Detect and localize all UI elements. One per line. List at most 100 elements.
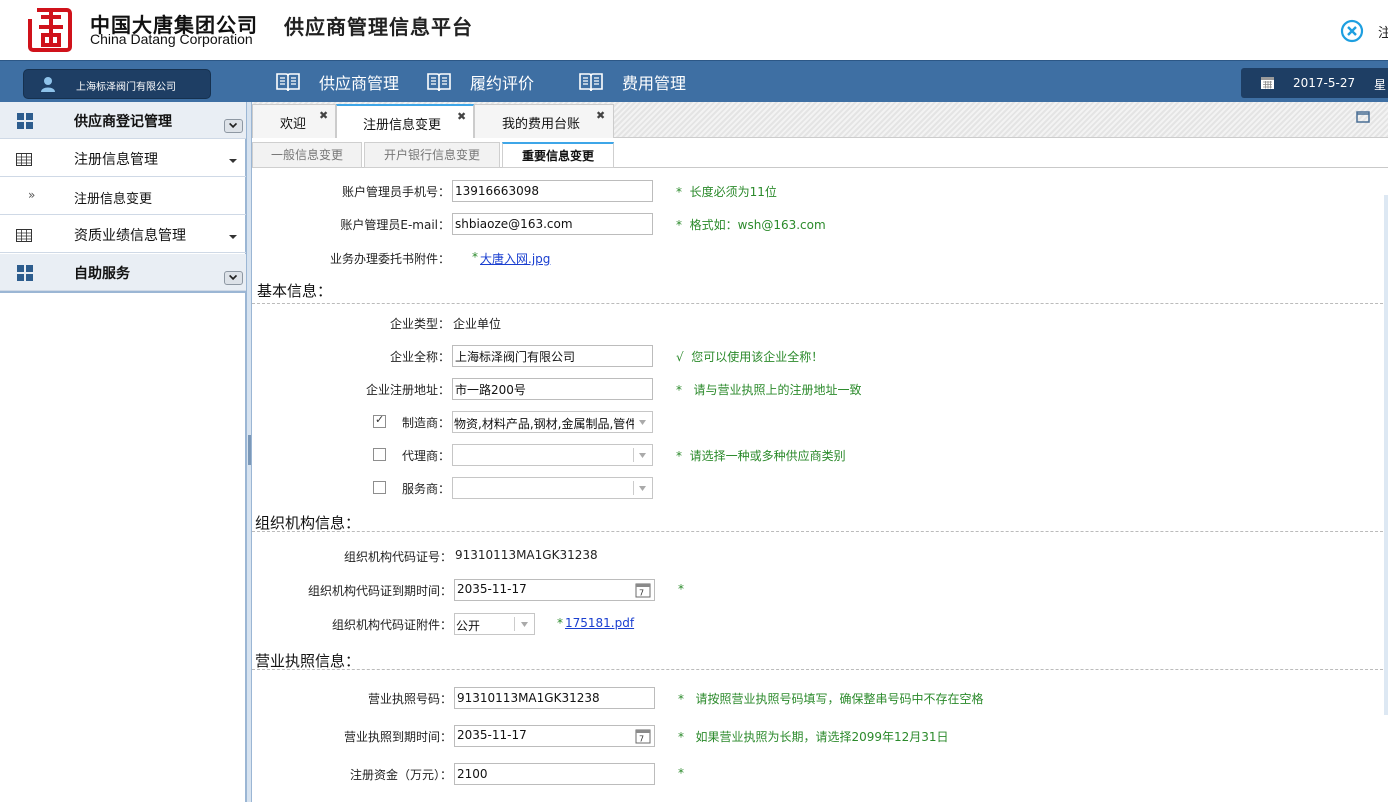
nav-supplier-management[interactable]: 供应商管理 bbox=[275, 68, 399, 96]
grid-icon bbox=[17, 113, 33, 129]
date-display: 2017-5-27 星 bbox=[1241, 68, 1388, 98]
table-icon bbox=[16, 229, 32, 242]
svg-text:7: 7 bbox=[639, 589, 644, 598]
nav-label: 费用管理 bbox=[622, 74, 687, 93]
current-date: 2017-5-27 bbox=[1293, 76, 1356, 90]
tab-strip: 欢迎 ✖ 注册信息变更 ✖ 我的费用台账 ✖ bbox=[252, 102, 1388, 139]
nav-fee-management[interactable]: 费用管理 bbox=[578, 68, 686, 96]
collapse-toggle[interactable] bbox=[224, 271, 243, 285]
required-mark: * bbox=[678, 582, 684, 596]
close-icon[interactable]: ✖ bbox=[457, 110, 466, 123]
maximize-icon[interactable] bbox=[1356, 110, 1370, 124]
chevron-down-icon bbox=[229, 274, 238, 281]
current-company-badge[interactable]: 上海标泽阀门有限公司 bbox=[23, 69, 211, 99]
nav-label: 供应商管理 bbox=[319, 74, 400, 93]
sub-tab-strip: 一般信息变更 开户银行信息变更 重要信息变更 bbox=[252, 138, 1388, 168]
collapse-toggle[interactable] bbox=[224, 119, 243, 133]
sidebar-group-label: 自助服务 bbox=[74, 266, 130, 282]
section-org-info: 组织机构信息： bbox=[255, 514, 361, 532]
calendar-icon[interactable]: 7 bbox=[635, 728, 651, 744]
manufacturer-label: 制造商： bbox=[401, 416, 450, 430]
splitter-grip[interactable] bbox=[248, 435, 251, 465]
visibility-select-value: 公开 bbox=[456, 619, 481, 633]
dropdown-arrow-icon bbox=[521, 622, 528, 627]
license-no-input[interactable] bbox=[454, 687, 655, 709]
subtab-general-info[interactable]: 一般信息变更 bbox=[252, 142, 362, 168]
admin-phone-input[interactable] bbox=[452, 180, 653, 202]
combo-separator bbox=[514, 617, 515, 631]
combo-separator bbox=[633, 481, 634, 495]
tab-registration-change[interactable]: 注册信息变更 ✖ bbox=[336, 104, 474, 139]
company-type-label: 企业类型： bbox=[389, 317, 450, 331]
sidebar-item-registration-change[interactable]: » 注册信息变更 bbox=[0, 178, 246, 215]
grid-icon bbox=[17, 265, 33, 281]
authorization-file-link[interactable]: 大唐入网.jpg bbox=[480, 250, 550, 267]
vertical-scrollbar[interactable] bbox=[1384, 195, 1388, 715]
sidebar-item-registration-info[interactable]: 注册信息管理 bbox=[0, 140, 246, 177]
service-label: 服务商： bbox=[401, 482, 450, 496]
svg-text:7: 7 bbox=[639, 735, 644, 744]
agent-label: 代理商： bbox=[401, 449, 450, 463]
admin-phone-label: 账户管理员手机号： bbox=[341, 185, 450, 199]
section-basic-info: 基本信息： bbox=[257, 282, 333, 300]
logout-button[interactable]: 注 bbox=[1340, 19, 1388, 43]
caret-down-icon bbox=[229, 159, 237, 163]
manufacturer-checkbox[interactable] bbox=[373, 413, 386, 428]
hint-text: 请按照营业执照号码填写，确保整串号码中不存在空格 bbox=[695, 692, 984, 706]
license-no-hint: * 请按照营业执照号码填写，确保整串号码中不存在空格 bbox=[678, 692, 984, 706]
company-name: 上海标泽阀门有限公司 bbox=[76, 82, 176, 93]
admin-email-label: 账户管理员E-mail： bbox=[340, 218, 450, 232]
datang-logo-icon bbox=[27, 7, 72, 52]
agent-select[interactable] bbox=[452, 444, 653, 466]
reg-address-input[interactable] bbox=[452, 378, 653, 400]
close-icon[interactable]: ✖ bbox=[319, 109, 328, 122]
company-name-label: 企业全称： bbox=[389, 350, 450, 364]
close-icon[interactable]: ✖ bbox=[596, 109, 605, 122]
caret-down-icon bbox=[229, 235, 237, 239]
service-select[interactable] bbox=[452, 477, 653, 499]
required-mark: * bbox=[557, 616, 563, 630]
combo-separator bbox=[633, 448, 634, 462]
dropdown-arrow-icon bbox=[639, 486, 646, 491]
license-expiry-date-input[interactable]: 2035-11-17 7 bbox=[454, 725, 655, 747]
hint-text: 请与营业执照上的注册地址一致 bbox=[693, 383, 862, 397]
reg-capital-label: 注册资金（万元）： bbox=[349, 768, 452, 782]
authorization-label: 业务办理委托书附件： bbox=[329, 252, 450, 266]
dropdown-arrow-icon bbox=[639, 453, 646, 458]
sidebar-group-self-service[interactable]: 自助服务 bbox=[0, 254, 246, 291]
tab-my-fee-ledger[interactable]: 我的费用台账 ✖ bbox=[474, 104, 614, 138]
tab-label: 我的费用台账 bbox=[502, 117, 581, 132]
nav-performance-evaluation[interactable]: 履约评价 bbox=[426, 68, 534, 96]
reg-address-label: 企业注册地址： bbox=[365, 383, 450, 397]
platform-title: 供应商管理信息平台 bbox=[284, 15, 473, 39]
service-checkbox[interactable] bbox=[373, 481, 386, 494]
hint-text: 您可以使用该企业全称！ bbox=[691, 350, 824, 364]
sidebar-group-supplier-registration[interactable]: 供应商登记管理 bbox=[0, 102, 246, 139]
sidebar-item-qualification-info[interactable]: 资质业绩信息管理 bbox=[0, 216, 246, 253]
agent-checkbox[interactable] bbox=[373, 448, 386, 461]
subtab-important-info[interactable]: 重要信息变更 bbox=[502, 142, 614, 168]
logout-label: 注 bbox=[1378, 25, 1388, 41]
change-form: 账户管理员手机号： * 长度必须为11位 账户管理员E-mail： * 格式如：… bbox=[252, 168, 1388, 802]
org-expiry-date-input[interactable]: 2035-11-17 7 bbox=[454, 579, 655, 601]
reg-address-hint: * 请与营业执照上的注册地址一致 bbox=[676, 383, 862, 397]
tab-label: 欢迎 bbox=[280, 117, 307, 132]
org-attach-file-link[interactable]: 175181.pdf bbox=[565, 616, 634, 630]
visibility-select[interactable]: 公开 bbox=[454, 613, 535, 635]
license-expiry-value: 2035-11-17 bbox=[457, 728, 527, 742]
sidebar-item-label: 注册信息变更 bbox=[74, 192, 153, 207]
org-expiry-label: 组织机构代码证到期时间： bbox=[307, 584, 452, 598]
manufacturer-select[interactable]: 物资,材料产品,钢材,金属制品,管件 bbox=[452, 411, 653, 433]
admin-email-input[interactable] bbox=[452, 213, 653, 235]
subtab-bank-info[interactable]: 开户银行信息变更 bbox=[364, 142, 500, 168]
company-name-input[interactable] bbox=[452, 345, 653, 367]
org-code-label: 组织机构代码证号： bbox=[343, 550, 452, 564]
tab-welcome[interactable]: 欢迎 ✖ bbox=[252, 104, 336, 138]
license-no-label: 营业执照号码： bbox=[367, 692, 452, 706]
book-icon bbox=[276, 73, 300, 92]
admin-email-hint: * 格式如：wsh@163.com bbox=[676, 218, 826, 232]
book-icon bbox=[427, 73, 451, 92]
reg-capital-input[interactable] bbox=[454, 763, 655, 785]
logo-english-name: China Datang Corporation bbox=[90, 31, 253, 47]
calendar-icon[interactable]: 7 bbox=[635, 582, 651, 598]
